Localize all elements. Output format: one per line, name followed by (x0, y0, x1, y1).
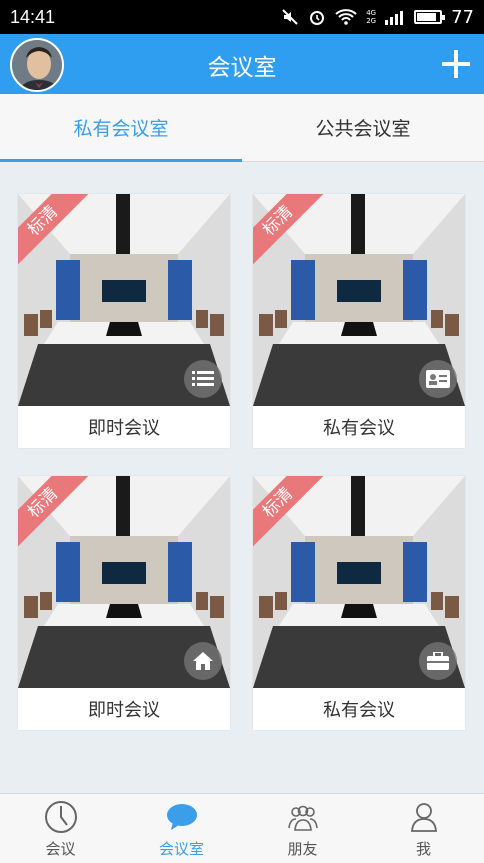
network-type-bottom: 2G (366, 17, 377, 25)
add-button[interactable] (442, 50, 470, 78)
clock-icon (44, 801, 77, 833)
network-type-top: 4G (366, 9, 377, 17)
signal-bars-icon (385, 11, 404, 25)
signal-indicator: 4G 2G (366, 9, 376, 25)
room-card-label: 私有会议 (323, 418, 395, 439)
room-card-label: 私有会议 (323, 700, 395, 721)
nav-item-meetings[interactable]: 会议 (0, 794, 121, 863)
room-photo: 标清 (253, 194, 465, 406)
alarm-icon (310, 11, 325, 25)
tab-private-rooms[interactable]: 私有会议室 (0, 94, 242, 162)
chat-bubble-icon (166, 804, 197, 830)
battery-level: 77 (451, 6, 474, 28)
friends-icon (287, 805, 318, 831)
list-icon (184, 360, 222, 398)
room-card-label: 即时会议 (88, 700, 160, 721)
app-header: 会议室 (0, 34, 484, 94)
tab-public-rooms[interactable]: 公共会议室 (242, 94, 484, 161)
status-time: 14:41 (10, 6, 56, 27)
room-card[interactable]: 标清 私有会议 (253, 476, 465, 730)
nav-item-label: 朋友 (287, 840, 318, 858)
nav-item-label: 会议室 (158, 840, 204, 858)
room-photo: 标清 (18, 194, 230, 406)
person-icon (410, 803, 437, 832)
briefcase-icon (419, 642, 457, 680)
room-card[interactable]: 标清 私有会议 (253, 194, 465, 448)
status-icons: 4G 2G 77 (281, 7, 474, 28)
nav-item-me[interactable]: 我 (363, 794, 484, 863)
nav-item-friends[interactable]: 朋友 (242, 794, 363, 863)
room-card-label: 即时会议 (88, 418, 160, 439)
room-card[interactable]: 标清 即时会议 (18, 476, 230, 730)
room-card[interactable]: 标清 即时会议 (18, 194, 230, 448)
battery-icon (414, 10, 446, 24)
home-icon (184, 642, 222, 680)
nav-item-rooms[interactable]: 会议室 (121, 794, 242, 863)
room-photo: 标清 (18, 476, 230, 688)
page-title: 会议室 (207, 55, 277, 81)
status-bar: 14:41 4G 2G 77 (0, 0, 484, 34)
room-photo: 标清 (253, 476, 465, 688)
nav-item-label: 我 (415, 840, 431, 858)
wifi-icon (335, 9, 357, 25)
nav-item-label: 会议 (45, 840, 76, 858)
room-grid: 标清 即时会议 标清 私有会议 标清 即时会议 标清 私有会议 (0, 163, 484, 793)
id-card-icon (419, 360, 457, 398)
tab-bar: 私有会议室 公共会议室 (0, 94, 484, 162)
mute-icon (282, 9, 298, 25)
bottom-nav: 会议 会议室 朋友 我 (0, 793, 484, 863)
